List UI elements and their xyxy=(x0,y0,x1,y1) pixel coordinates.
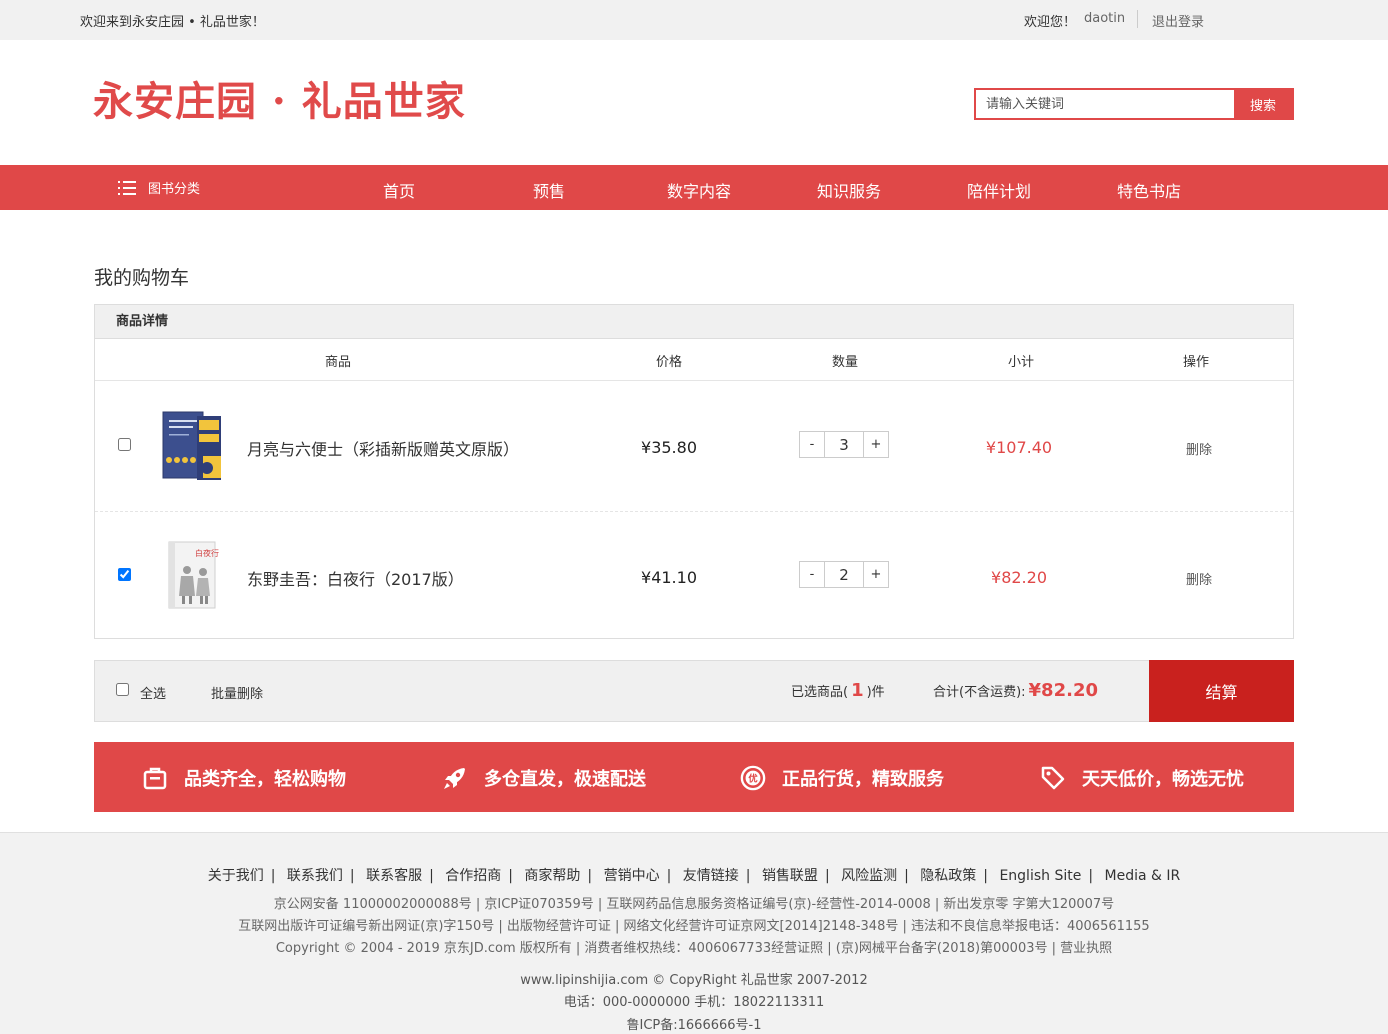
footer-link-merchant-help[interactable]: 商家帮助 xyxy=(524,868,580,884)
footer-link-contact[interactable]: 联系我们 xyxy=(287,868,343,884)
footer-link-about[interactable]: 关于我们 xyxy=(208,868,264,884)
search-bar: 搜索 xyxy=(974,88,1294,120)
page-title: 我的购物车 xyxy=(94,267,190,289)
nav-item-companion[interactable]: 陪伴计划 xyxy=(967,178,1031,202)
footer-link-privacy[interactable]: 隐私政策 xyxy=(920,868,976,884)
column-action: 操作 xyxy=(1182,355,1210,370)
subtotal-value: ¥82.20 xyxy=(991,568,1047,587)
column-quantity: 数量 xyxy=(831,355,859,370)
main-nav: 图书分类 首页 预售 数字内容 知识服务 陪伴计划 特色书店 xyxy=(0,165,1388,210)
feature-item: 天天低价，畅选无忧 xyxy=(1040,765,1244,791)
qty-value[interactable]: 2 xyxy=(824,562,864,587)
qty-plus-button[interactable]: + xyxy=(864,562,888,587)
column-product: 商品 xyxy=(324,355,352,370)
cart-summary-bar: 全选 批量删除 已选商品( 1 )件 合计(不含运费): ¥82.20 结算 xyxy=(94,660,1294,722)
feature-item: 多仓直发，极速配送 xyxy=(442,765,646,791)
shopping-bag-icon xyxy=(142,765,168,791)
footer-copyright-line: Copyright © 2004 - 2019 京东JD.com 版权所有 | … xyxy=(275,941,1113,956)
quantity-stepper: - 2 + xyxy=(799,561,889,588)
item-checkbox[interactable] xyxy=(118,438,131,451)
batch-delete-button[interactable]: 批量删除 xyxy=(211,683,263,702)
footer-link-service[interactable]: 联系客服 xyxy=(366,868,422,884)
svg-text:优: 优 xyxy=(748,773,758,785)
nav-item-presale[interactable]: 预售 xyxy=(533,178,565,202)
footer-link-risk[interactable]: 风险监测 xyxy=(841,868,897,884)
selected-count: 1 xyxy=(851,680,864,701)
checkout-button[interactable]: 结算 xyxy=(1149,660,1294,722)
cart-row: 月亮与六便士（彩插新版赠英文原版） ¥35.80 - 3 + ¥107.40 删… xyxy=(95,382,1293,511)
subtotal-value: ¥107.40 xyxy=(985,438,1053,457)
column-subtotal: 小计 xyxy=(1007,355,1035,370)
qty-value[interactable]: 3 xyxy=(824,432,864,457)
username-link[interactable]: daotin xyxy=(1084,11,1125,26)
total-amount: ¥82.20 xyxy=(1028,680,1098,701)
qty-plus-button[interactable]: + xyxy=(864,432,888,457)
site-logo[interactable]: 永安庄园 · 礼品世家 xyxy=(93,78,466,126)
feature-label: 正品行货，精致服务 xyxy=(782,769,944,790)
qty-minus-button[interactable]: - xyxy=(800,562,824,587)
footer-link-business[interactable]: 合作招商 xyxy=(445,868,501,884)
delete-label[interactable]: 删除 xyxy=(1186,439,1212,458)
footer-link-friends[interactable]: 友情链接 xyxy=(683,868,739,884)
feature-label: 天天低价，畅选无忧 xyxy=(1082,769,1244,790)
cart-table: 商品详情 商品 价格 数量 小计 操作 月亮与六便士（彩插新版赠英文原版） ¥3… xyxy=(94,304,1294,639)
selected-prefix: 已选商品( xyxy=(791,685,849,700)
total-label: 合计(不含运费): xyxy=(933,685,1026,700)
book-cover-image xyxy=(162,411,221,480)
select-all-checkbox[interactable] xyxy=(116,683,129,696)
nav-item-knowledge[interactable]: 知识服务 xyxy=(817,178,881,202)
nav-item-home[interactable]: 首页 xyxy=(383,178,415,202)
feature-label: 多仓直发，极速配送 xyxy=(484,769,646,790)
nav-item-digital[interactable]: 数字内容 xyxy=(667,178,731,202)
product-name[interactable]: 东野圭吾：白夜行（2017版） xyxy=(247,566,464,590)
cart-column-header: 商品 价格 数量 小计 操作 xyxy=(95,339,1293,381)
nav-item-bookstore[interactable]: 特色书店 xyxy=(1117,178,1181,202)
footer-icp: 鲁ICP备:1666666号-1 xyxy=(626,1018,762,1033)
selected-suffix: )件 xyxy=(866,685,885,700)
logout-link[interactable]: 退出登录 xyxy=(1152,11,1204,30)
cart-section-header: 商品详情 xyxy=(95,305,1293,339)
price-value: ¥41.10 xyxy=(641,568,697,587)
cart-row: 白夜行 东野圭吾：白夜行（2017版） ¥41.10 - 2 + ¥82.20 … xyxy=(95,511,1293,640)
feature-item: 品类齐全，轻松购物 xyxy=(142,765,346,791)
total-text: 合计(不含运费): ¥82.20 xyxy=(933,680,1098,701)
service-banner: 品类齐全，轻松购物 多仓直发，极速配送 优 正品行货，精致服务 天天低价，畅选无… xyxy=(94,742,1294,812)
quantity-stepper: - 3 + xyxy=(799,431,889,458)
category-menu[interactable]: 图书分类 xyxy=(118,178,200,197)
footer-link-marketing[interactable]: 营销中心 xyxy=(604,868,660,884)
column-price: 价格 xyxy=(655,355,683,370)
greeting-text: 欢迎您！ xyxy=(1024,15,1077,30)
footer-link-media[interactable]: Media & IR xyxy=(1105,868,1181,884)
welcome-text: 欢迎来到永安庄园 • 礼品世家！ xyxy=(80,15,265,30)
category-label: 图书分类 xyxy=(148,182,201,197)
footer-link-english[interactable]: English Site xyxy=(999,868,1081,884)
footer-license-line: 互联网出版许可证编号新出网证(京)字150号 | 出版物经营许可证 | 网络文化… xyxy=(238,919,1150,934)
top-bar: 欢迎来到永安庄园 • 礼品世家！ 欢迎您！ daotin 退出登录 xyxy=(0,0,1388,40)
feature-label: 品类齐全，轻松购物 xyxy=(184,769,346,790)
qty-minus-button[interactable]: - xyxy=(800,432,824,457)
product-name[interactable]: 月亮与六便士（彩插新版赠英文原版） xyxy=(247,436,519,460)
search-input[interactable] xyxy=(976,90,1234,118)
footer-contact: 电话：000-0000000 手机：18022113311 xyxy=(563,995,825,1010)
select-all-label[interactable]: 全选 xyxy=(140,683,166,702)
rocket-icon xyxy=(442,765,468,791)
list-menu-icon xyxy=(118,180,136,195)
selected-count-text: 已选商品( 1 )件 xyxy=(791,680,885,701)
book-cover-image: 白夜行 xyxy=(168,541,219,609)
price-tag-icon xyxy=(1040,765,1066,791)
divider xyxy=(1137,10,1138,28)
footer-links: 关于我们 | 联系我们 | 联系客服 | 合作招商 | 商家帮助 | 营销中心 | 友情链接… xyxy=(207,868,1181,884)
quality-badge-icon: 优 xyxy=(740,765,766,791)
feature-item: 优 正品行货，精致服务 xyxy=(740,765,944,791)
item-checkbox[interactable] xyxy=(118,568,131,581)
svg-text:白夜行: 白夜行 xyxy=(195,548,219,558)
search-button[interactable]: 搜索 xyxy=(1234,90,1292,118)
footer-license-line: 京公网安备 11000002000088号 | 京ICP证070359号 | 互… xyxy=(273,897,1115,912)
delete-label[interactable]: 删除 xyxy=(1186,569,1212,588)
price-value: ¥35.80 xyxy=(641,438,697,457)
footer-link-alliance[interactable]: 销售联盟 xyxy=(762,868,818,884)
footer: 关于我们 | 联系我们 | 联系客服 | 合作招商 | 商家帮助 | 营销中心 | 友情链接… xyxy=(0,832,1388,1034)
footer-site-copyright: www.lipinshijia.com © CopyRight 礼品世家 200… xyxy=(520,973,868,988)
